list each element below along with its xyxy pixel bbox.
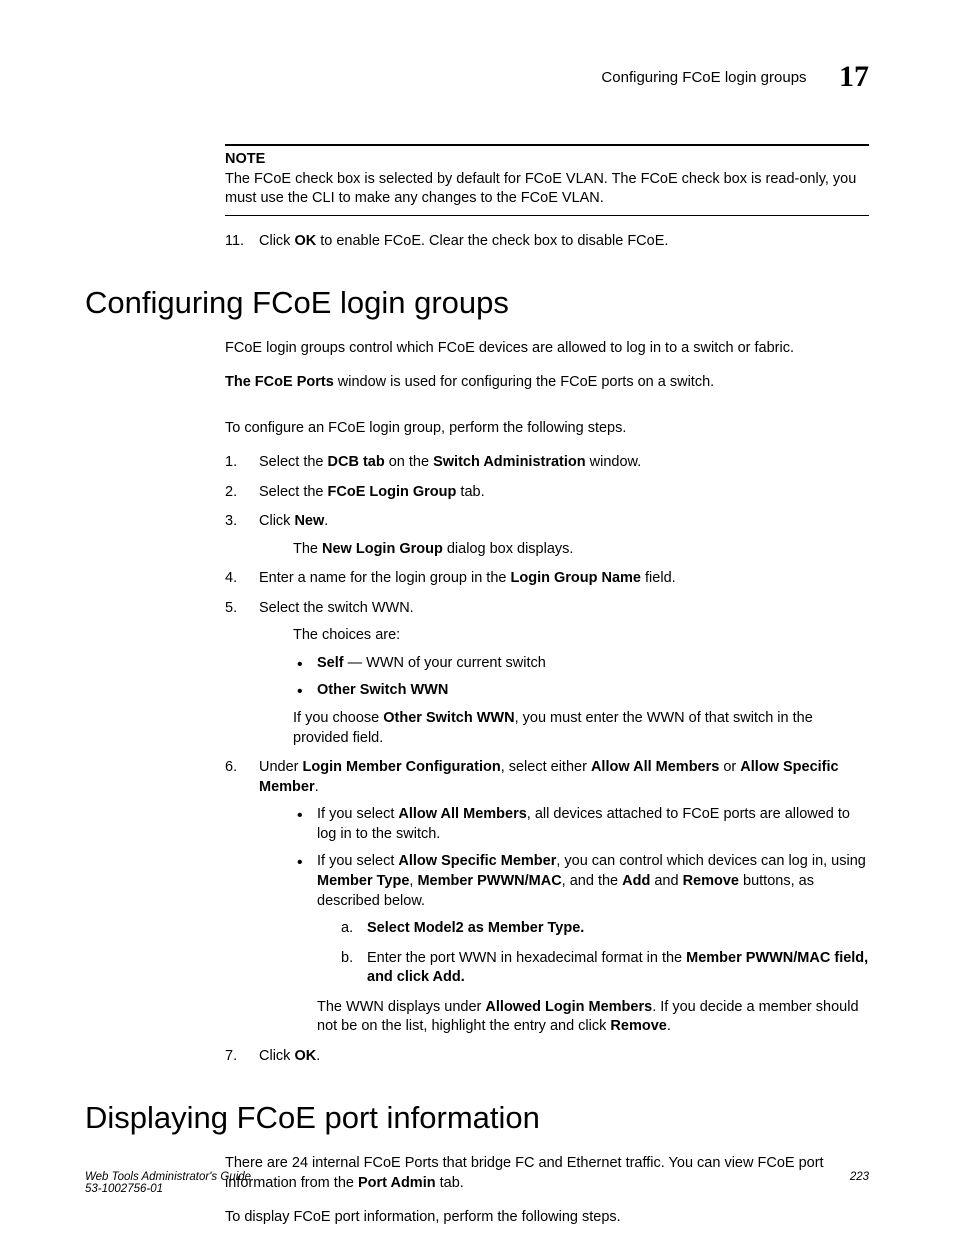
page-footer: Web Tools Administrator's Guide 53-10027… <box>85 1171 869 1195</box>
sec1-p2: The FCoE Ports window is used for config… <box>225 373 869 393</box>
footer-title: Web Tools Administrator's Guide <box>85 1171 869 1183</box>
step-5-bullets: Self — WWN of your current switch Other … <box>293 654 869 701</box>
step-6: 6. Under Login Member Configuration, sel… <box>225 758 869 1037</box>
step-6-bullets: If you select Allow All Members, all dev… <box>293 805 869 1037</box>
sec1-p1: FCoE login groups control which FCoE dev… <box>225 339 869 359</box>
step-1: 1. Select the DCB tab on the Switch Admi… <box>225 453 869 473</box>
running-header: Configuring FCoE login groups 17 <box>85 60 869 94</box>
note-text: The FCoE check box is selected by defaul… <box>225 170 869 209</box>
step-5-after: If you choose Other Switch WWN, you must… <box>293 709 869 748</box>
sec2-p2: To display FCoE port information, perfor… <box>225 1208 869 1228</box>
step-6-alpha: a. Select Model2 as Member Type. b. Ente… <box>341 919 869 988</box>
bullet-allow-all: If you select Allow All Members, all dev… <box>293 805 869 844</box>
step-3-sub: The New Login Group dialog box displays. <box>293 540 869 560</box>
alpha-a: a. Select Model2 as Member Type. <box>341 919 869 939</box>
bullet-allow-specific: If you select Allow Specific Member, you… <box>293 852 869 1037</box>
bullet-self: Self — WWN of your current switch <box>293 654 869 674</box>
step-7: 7. Click OK. <box>225 1047 869 1067</box>
steps-continued: 11. Click OK to enable FCoE. Clear the c… <box>225 232 869 252</box>
note-label: NOTE <box>225 150 869 170</box>
page-number: 223 <box>850 1171 869 1183</box>
step-3: 3. Click New. The New Login Group dialog… <box>225 512 869 559</box>
header-title: Configuring FCoE login groups <box>601 69 806 86</box>
step-6-after: The WWN displays under Allowed Login Mem… <box>317 998 869 1037</box>
step-5-choices-intro: The choices are: <box>293 626 869 646</box>
section-heading-configuring: Configuring FCoE login groups <box>85 285 869 321</box>
sec1-p3: To configure an FCoE login group, perfor… <box>225 419 869 439</box>
chapter-number: 17 <box>839 60 869 94</box>
section-heading-displaying: Displaying FCoE port information <box>85 1100 869 1136</box>
alpha-b: b. Enter the port WWN in hexadecimal for… <box>341 949 869 988</box>
sec1-steps: 1. Select the DCB tab on the Switch Admi… <box>225 453 869 1067</box>
step-2: 2. Select the FCoE Login Group tab. <box>225 483 869 503</box>
footer-docid: 53-1002756-01 <box>85 1183 869 1195</box>
step-4: 4. Enter a name for the login group in t… <box>225 569 869 589</box>
step-11: 11. Click OK to enable FCoE. Clear the c… <box>225 232 869 252</box>
step-5: 5. Select the switch WWN. The choices ar… <box>225 599 869 748</box>
note-box: NOTE The FCoE check box is selected by d… <box>225 144 869 216</box>
bullet-other-wwn: Other Switch WWN <box>293 681 869 701</box>
page-content: Configuring FCoE login groups 17 NOTE Th… <box>85 60 869 1242</box>
